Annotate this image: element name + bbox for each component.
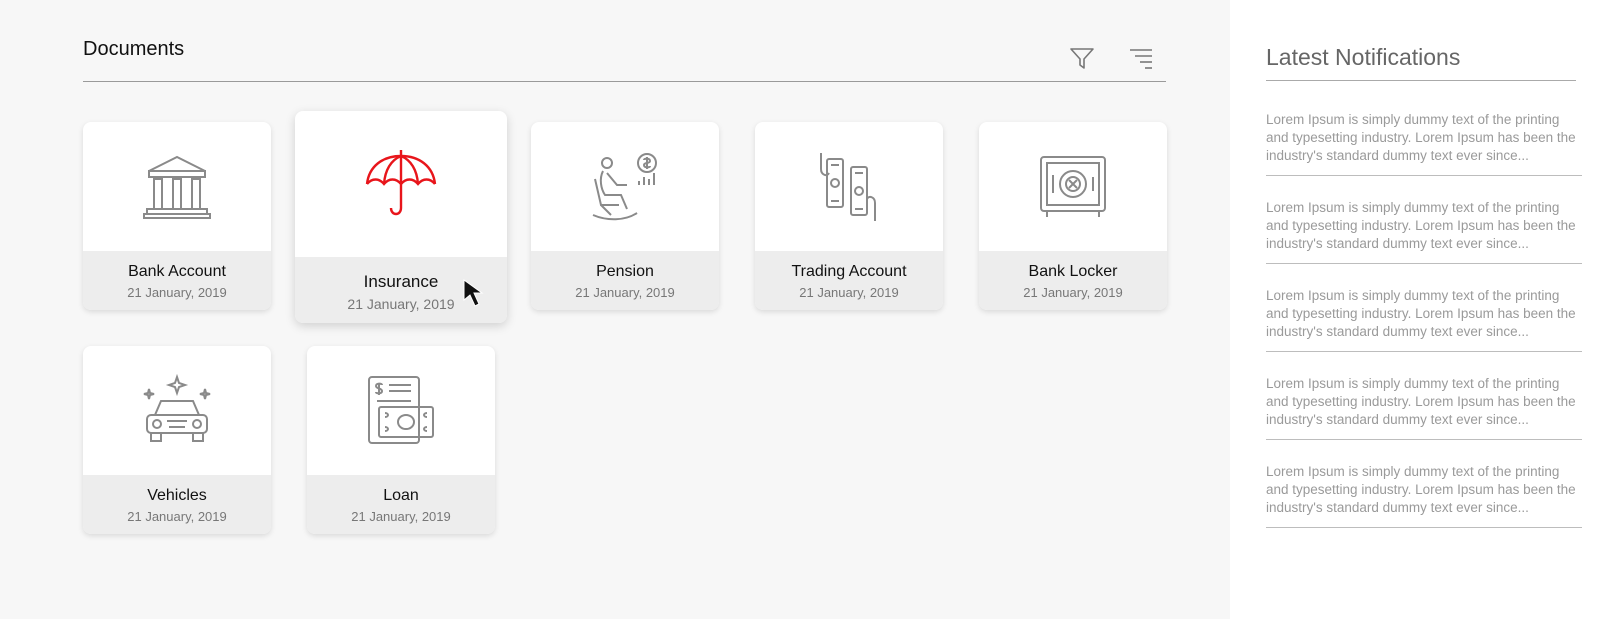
card-date: 21 January, 2019: [575, 285, 675, 300]
card-date: 21 January, 2019: [1023, 285, 1123, 300]
safe-icon: [979, 122, 1167, 251]
notifications-divider: [1266, 80, 1576, 81]
document-card-vehicles[interactable]: Vehicles 21 January, 2019: [83, 346, 271, 534]
card-title: Bank Account: [128, 263, 226, 280]
sort-icon[interactable]: [1127, 44, 1155, 72]
document-card-bank-account[interactable]: Bank Account 21 January, 2019: [83, 122, 271, 310]
notification-item[interactable]: Lorem Ipsum is simply dummy text of the …: [1266, 287, 1582, 352]
document-card-trading-account[interactable]: Trading Account 21 January, 2019: [755, 122, 943, 310]
card-title: Pension: [596, 263, 654, 280]
notification-item[interactable]: Lorem Ipsum is simply dummy text of the …: [1266, 199, 1582, 264]
notification-item[interactable]: Lorem Ipsum is simply dummy text of the …: [1266, 375, 1582, 440]
card-title: Vehicles: [147, 487, 207, 504]
pension-icon: [531, 122, 719, 251]
notifications-title: Latest Notifications: [1266, 44, 1461, 70]
mouse-cursor-icon: [462, 278, 488, 308]
filter-icon[interactable]: [1068, 44, 1096, 72]
document-card-loan[interactable]: Loan 21 January, 2019: [307, 346, 495, 534]
loan-icon: [307, 346, 495, 475]
card-date: 21 January, 2019: [799, 285, 899, 300]
document-card-pension[interactable]: Pension 21 January, 2019: [531, 122, 719, 310]
trading-icon: [755, 122, 943, 251]
umbrella-icon: [295, 111, 507, 257]
card-title: Trading Account: [791, 263, 907, 280]
car-icon: [83, 346, 271, 475]
card-date: 21 January, 2019: [127, 509, 227, 524]
notifications-panel: Latest Notifications Lorem Ipsum is simp…: [1230, 0, 1604, 619]
bank-icon: [83, 122, 271, 251]
document-card-bank-locker[interactable]: Bank Locker 21 January, 2019: [979, 122, 1167, 310]
card-date: 21 January, 2019: [127, 285, 227, 300]
card-date: 21 January, 2019: [351, 509, 451, 524]
notification-item[interactable]: Lorem Ipsum is simply dummy text of the …: [1266, 463, 1582, 528]
card-title: Bank Locker: [1028, 263, 1118, 280]
card-title: Loan: [383, 487, 419, 504]
documents-panel: Documents Bank Account 21 January, 2019: [0, 0, 1230, 619]
page-title: Documents: [83, 38, 185, 60]
title-divider: [83, 81, 1166, 82]
notification-item[interactable]: Lorem Ipsum is simply dummy text of the …: [1266, 111, 1582, 176]
